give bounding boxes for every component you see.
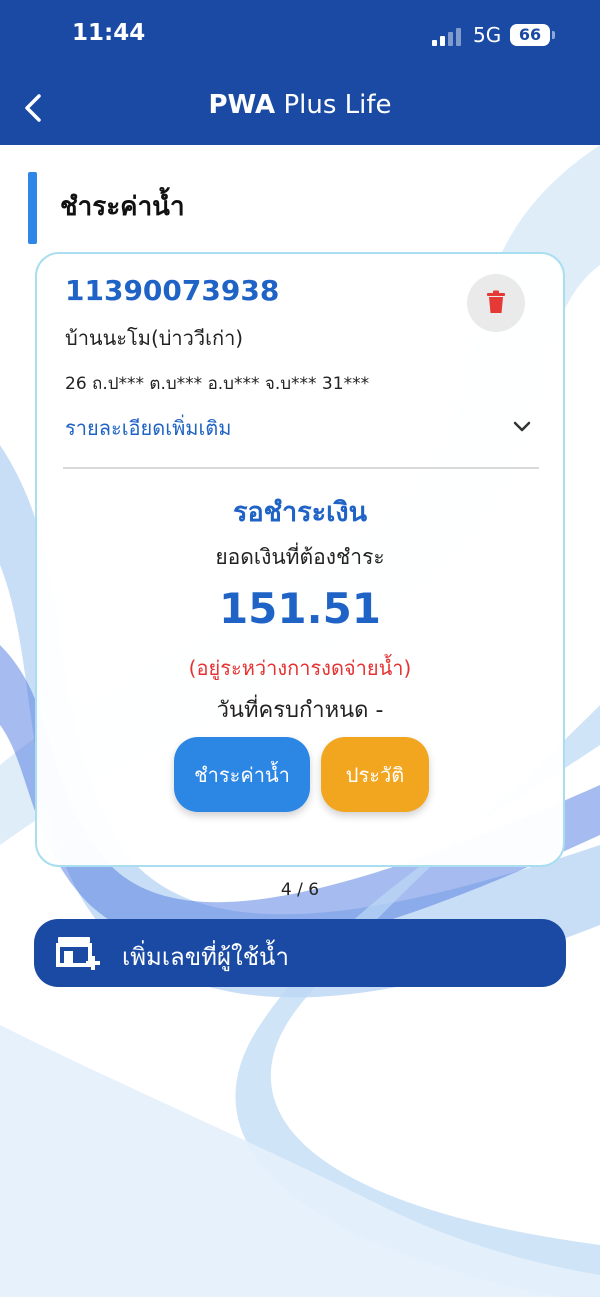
store-add-icon: [56, 937, 100, 970]
status-time: 11:44: [72, 20, 146, 46]
battery-icon: 66: [510, 24, 550, 46]
water-account-card: 11390073938 บ้านนะโม(บ่าววีเก่า) 26 ถ.ป*…: [35, 252, 565, 867]
status-bar: 11:44 5G 66: [0, 0, 600, 72]
app-header: PWA Plus Life: [0, 72, 600, 145]
app-title-brand: PWA: [208, 90, 276, 120]
app-title: PWA Plus Life: [0, 90, 600, 120]
add-water-user-label: เพิ่มเลขที่ผู้ใช้น้ำ: [122, 943, 289, 971]
battery-tip: [552, 31, 555, 39]
more-details-link[interactable]: รายละเอียดเพิ่มเติม: [65, 412, 231, 444]
place-name: บ้านนะโม(บ่าววีเก่า): [65, 326, 244, 350]
section-accent-bar: [28, 172, 37, 244]
pay-water-button[interactable]: ชำระค่าน้ำ: [174, 737, 310, 812]
amount-due: 151.51: [218, 584, 382, 633]
account-number: 11390073938: [65, 274, 280, 307]
address: 26 ถ.ป*** ต.บ*** อ.บ*** จ.บ*** 31***: [65, 374, 370, 394]
delete-button[interactable]: [467, 274, 525, 332]
amount-label: ยอดเงินที่ต้องชำระ: [215, 545, 385, 569]
history-button[interactable]: ประวัติ: [321, 737, 429, 812]
section-title: ชำระค่าน้ำ: [60, 192, 185, 222]
battery-level: 66: [518, 25, 542, 44]
add-water-user-button[interactable]: เพิ่มเลขที่ผู้ใช้น้ำ: [34, 919, 566, 987]
chevron-down-icon[interactable]: [511, 416, 533, 438]
signal-icon: [432, 28, 466, 46]
due-date: วันที่ครบกำหนด -: [216, 698, 384, 723]
suspension-note: (อยู่ระหว่างการงดจ่ายน้ำ): [188, 656, 412, 680]
trash-icon: [487, 290, 505, 313]
network-type: 5G: [473, 23, 502, 47]
page-indicator: 4 / 6: [280, 880, 320, 900]
divider: [63, 467, 539, 469]
payment-status: รอชำระเงิน: [232, 497, 368, 528]
app-title-rest: Plus Life: [275, 90, 392, 120]
